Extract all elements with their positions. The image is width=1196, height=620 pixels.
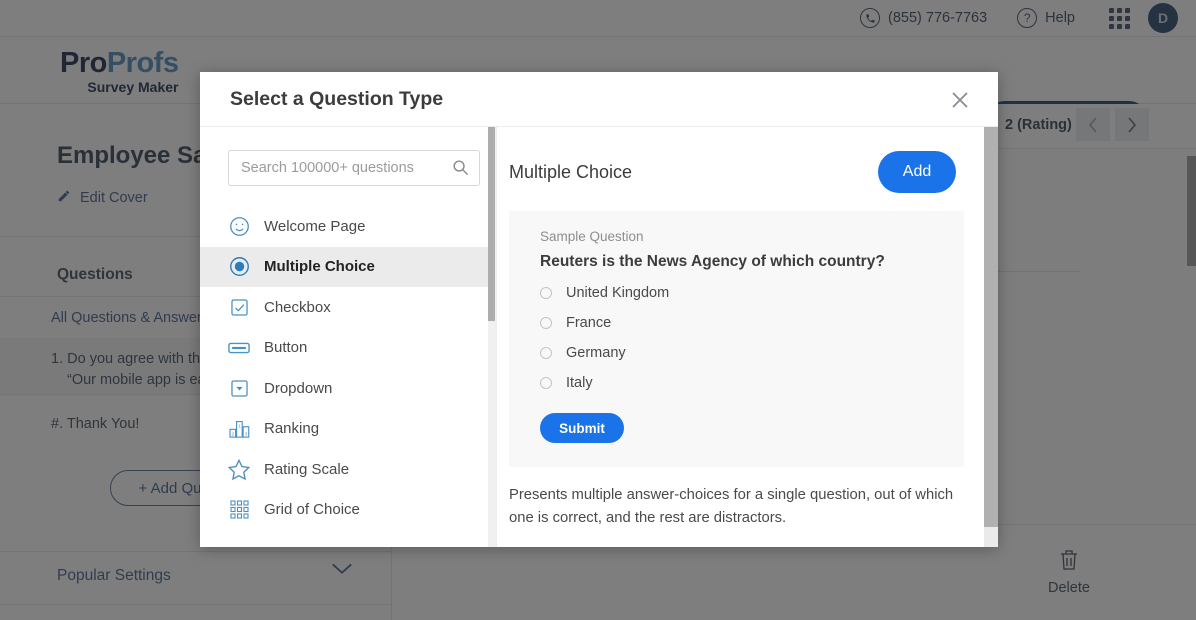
sidebar-item-label: Checkbox (264, 299, 331, 316)
question-type-list: Welcome Page Multiple Choice (200, 127, 496, 547)
sidebar-item-multiple-choice[interactable]: Multiple Choice (200, 247, 496, 288)
radio-filled-icon (228, 256, 250, 278)
radio-empty-icon[interactable] (540, 377, 552, 389)
sidebar-item-button[interactable]: Button (200, 328, 496, 369)
sample-question-label: Sample Question (540, 229, 964, 244)
svg-text:1: 1 (238, 424, 241, 429)
sidebar-item-rating-scale[interactable]: Rating Scale (200, 449, 496, 490)
modal-title: Select a Question Type (230, 88, 443, 111)
sidebar-item-checkbox[interactable]: Checkbox (200, 287, 496, 328)
sample-question-text: Reuters is the News Agency of which coun… (540, 253, 964, 271)
sample-option[interactable]: Italy (540, 375, 964, 391)
sample-option[interactable]: United Kingdom (540, 285, 964, 301)
search-input[interactable] (228, 150, 480, 186)
list-scrollbar-thumb[interactable] (488, 127, 495, 321)
smiley-face-icon (228, 215, 250, 237)
sidebar-item-label: Button (264, 339, 307, 356)
dropdown-caret-icon (228, 377, 250, 399)
sidebar-item-label: Rating Scale (264, 461, 349, 478)
grid-dots-icon (228, 499, 250, 521)
sample-option-label: Italy (566, 375, 593, 391)
sample-option[interactable]: France (540, 315, 964, 331)
sidebar-item-label: Ranking (264, 420, 319, 437)
sidebar-item-label: Multiple Choice (264, 258, 375, 275)
search-field-wrapper (228, 150, 480, 186)
checkbox-checked-icon (228, 296, 250, 318)
svg-text:3: 3 (244, 432, 247, 437)
submit-button[interactable]: Submit (540, 413, 624, 443)
sidebar-item-ranking[interactable]: 2 1 3 Ranking (200, 409, 496, 450)
radio-empty-icon[interactable] (540, 287, 552, 299)
sidebar-item-label: Dropdown (264, 380, 332, 397)
add-button[interactable]: Add (878, 151, 956, 193)
svg-text:2: 2 (231, 432, 234, 437)
modal-body: Welcome Page Multiple Choice (200, 127, 998, 547)
sidebar-item-grid-of-choice[interactable]: Grid of Choice (200, 490, 496, 531)
modal-header: Select a Question Type (200, 72, 998, 127)
preview-scrollbar-end[interactable] (984, 527, 998, 547)
sample-option-label: France (566, 315, 611, 331)
sidebar-item-label: Welcome Page (264, 218, 365, 235)
select-question-type-modal: Select a Question Type (200, 72, 998, 547)
sample-question-box: Sample Question Reuters is the News Agen… (509, 211, 964, 467)
sample-option-label: United Kingdom (566, 285, 669, 301)
radio-empty-icon[interactable] (540, 317, 552, 329)
button-pill-icon (228, 337, 250, 359)
star-outline-icon (228, 458, 250, 480)
app-root: (855) 776-7763 ? Help D ProProfs Survey … (0, 0, 1196, 620)
question-type-preview: Multiple Choice Add Sample Question Reut… (496, 127, 998, 547)
search-icon[interactable] (452, 159, 469, 181)
preview-scrollbar[interactable] (984, 127, 998, 547)
sidebar-item-label: Grid of Choice (264, 501, 360, 518)
sample-option[interactable]: Germany (540, 345, 964, 361)
close-icon[interactable] (945, 85, 975, 115)
preview-title: Multiple Choice (509, 162, 632, 183)
sample-option-label: Germany (566, 345, 626, 361)
type-options: Welcome Page Multiple Choice (200, 206, 496, 530)
preview-description: Presents multiple answer-choices for a s… (509, 484, 964, 530)
podium-bars-icon: 2 1 3 (228, 418, 250, 440)
sidebar-item-dropdown[interactable]: Dropdown (200, 368, 496, 409)
preview-header: Multiple Choice Add (509, 151, 964, 193)
list-scrollbar-track[interactable] (488, 127, 496, 547)
radio-empty-icon[interactable] (540, 347, 552, 359)
sidebar-item-welcome-page[interactable]: Welcome Page (200, 206, 496, 247)
